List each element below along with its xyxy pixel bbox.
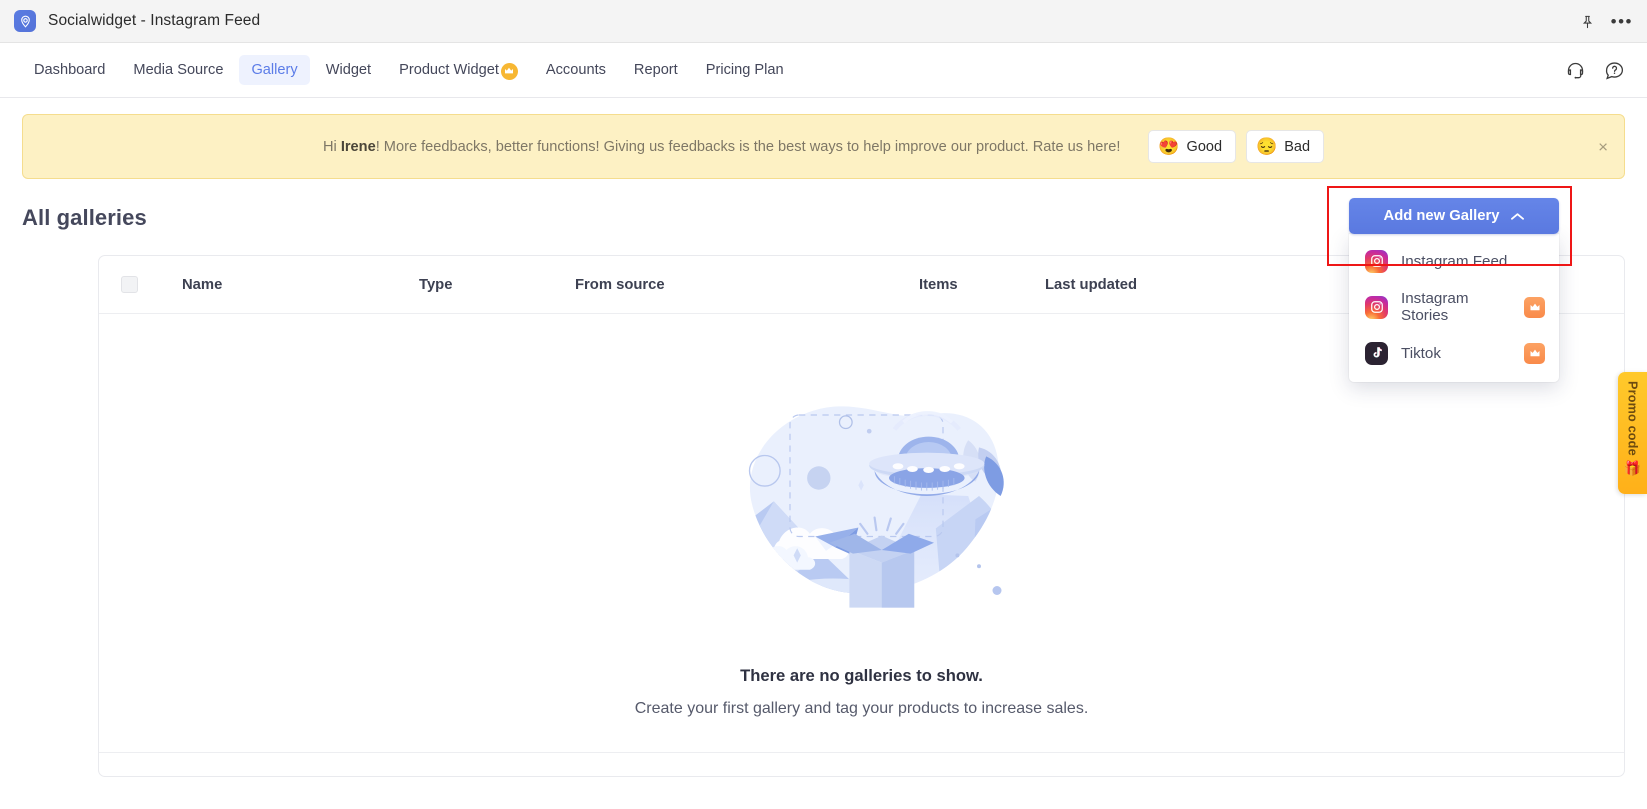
question-mark-help-icon[interactable] xyxy=(1604,60,1625,81)
rate-bad-label: Bad xyxy=(1284,138,1311,155)
dropdown-item-label: Tiktok xyxy=(1401,344,1441,362)
headset-support-icon[interactable] xyxy=(1565,60,1586,81)
nav-label: Report xyxy=(633,62,678,78)
dropdown-item-label: Instagram Stories xyxy=(1401,290,1469,324)
dropdown-item-label: Instagram Feed xyxy=(1401,252,1508,270)
instagram-icon xyxy=(1365,249,1388,273)
select-all-checkbox[interactable] xyxy=(121,276,138,293)
nav-item-pricing-plan[interactable]: Pricing Plan xyxy=(694,55,796,85)
add-new-gallery-label: Add new Gallery xyxy=(1383,208,1500,224)
nav-label: Pricing Plan xyxy=(705,62,784,78)
nav-item-product-widget[interactable]: Product Widget xyxy=(387,55,530,86)
close-banner-icon[interactable]: × xyxy=(1598,138,1608,155)
main-navigation: Dashboard Media Source Gallery Widget Pr… xyxy=(0,43,1647,98)
window-title-bar: Socialwidget - Instagram Feed ••• xyxy=(0,0,1647,43)
dropdown-item-instagram-stories[interactable]: Instagram Stories xyxy=(1349,284,1559,330)
nav-label: Dashboard xyxy=(34,62,106,78)
gift-icon: 🎁 xyxy=(1623,459,1642,476)
app-title: Socialwidget - Instagram Feed xyxy=(48,12,261,29)
nav-label: Media Source xyxy=(133,62,224,78)
titlebar-actions: ••• xyxy=(1580,0,1633,43)
rate-good-button[interactable]: 😍 Good xyxy=(1148,130,1237,163)
nav-item-media-source[interactable]: Media Source xyxy=(121,55,235,85)
chevron-up-icon xyxy=(1511,212,1525,221)
nav-item-report[interactable]: Report xyxy=(622,55,690,85)
nav-label: Widget xyxy=(325,62,372,78)
nav-item-gallery[interactable]: Gallery xyxy=(239,55,310,85)
promo-code-label: Promo code xyxy=(1625,381,1640,456)
column-header-items[interactable]: Items xyxy=(919,277,1045,293)
tiktok-icon xyxy=(1365,341,1388,365)
rate-bad-button[interactable]: 😔 Bad xyxy=(1246,130,1325,163)
rate-good-label: Good xyxy=(1186,138,1223,155)
feedback-banner-text: Hi Irene! More feedbacks, better functio… xyxy=(323,139,1120,155)
column-header-name[interactable]: Name xyxy=(138,277,419,293)
socialwidget-logo-icon xyxy=(14,10,36,32)
dropdown-item-instagram-feed[interactable]: Instagram Feed xyxy=(1349,238,1559,284)
ufo-abducting-box-illustration xyxy=(748,406,1004,608)
add-gallery-dropdown-menu: Instagram Feed Instagram Stories Tiktok xyxy=(1349,234,1559,382)
feedback-banner: Hi Irene! More feedbacks, better functio… xyxy=(22,114,1625,179)
empty-state-subtitle: Create your first gallery and tag your p… xyxy=(634,700,1089,717)
nav-items: Dashboard Media Source Gallery Widget Pr… xyxy=(22,55,796,86)
nav-item-widget[interactable]: Widget xyxy=(314,55,383,85)
table-footer xyxy=(99,752,1624,776)
crown-pro-badge-icon xyxy=(1524,296,1545,318)
dropdown-item-tiktok[interactable]: Tiktok xyxy=(1349,330,1559,376)
crown-pro-badge-icon xyxy=(1524,342,1545,364)
add-gallery-cluster: Add new Gallery Instagram Feed Instagram… xyxy=(1327,186,1572,382)
page-header: All galleries Add new Gallery Instagram … xyxy=(0,179,1647,382)
nav-item-dashboard[interactable]: Dashboard xyxy=(22,55,117,85)
banner-message: ! More feedbacks, better functions! Givi… xyxy=(375,138,1121,155)
nav-label: Product Widget xyxy=(399,62,499,78)
add-new-gallery-button[interactable]: Add new Gallery xyxy=(1349,198,1559,234)
nav-item-accounts[interactable]: Accounts xyxy=(534,55,618,85)
promo-code-tab[interactable]: Promo code 🎁 xyxy=(1618,372,1647,494)
page-title: All galleries xyxy=(22,205,147,230)
heart-eyes-emoji-icon: 😍 xyxy=(1158,137,1180,156)
user-name: Irene xyxy=(340,138,376,155)
nav-label: Gallery xyxy=(251,62,298,78)
crown-badge-icon xyxy=(500,62,518,80)
column-header-from-source[interactable]: From source xyxy=(575,277,919,293)
column-header-last-updated[interactable]: Last updated xyxy=(1045,277,1245,293)
sad-face-emoji-icon: 😔 xyxy=(1256,137,1278,156)
empty-state-title: There are no galleries to show. xyxy=(740,666,983,685)
nav-label: Accounts xyxy=(545,62,606,78)
column-header-type[interactable]: Type xyxy=(419,277,575,293)
feedback-banner-wrapper: Hi Irene! More feedbacks, better functio… xyxy=(0,98,1647,179)
more-horizontal-icon[interactable]: ••• xyxy=(1611,13,1633,30)
pin-icon[interactable] xyxy=(1580,14,1595,30)
nav-actions xyxy=(1565,43,1625,98)
greeting-prefix: Hi xyxy=(322,138,341,155)
instagram-icon xyxy=(1365,295,1388,319)
